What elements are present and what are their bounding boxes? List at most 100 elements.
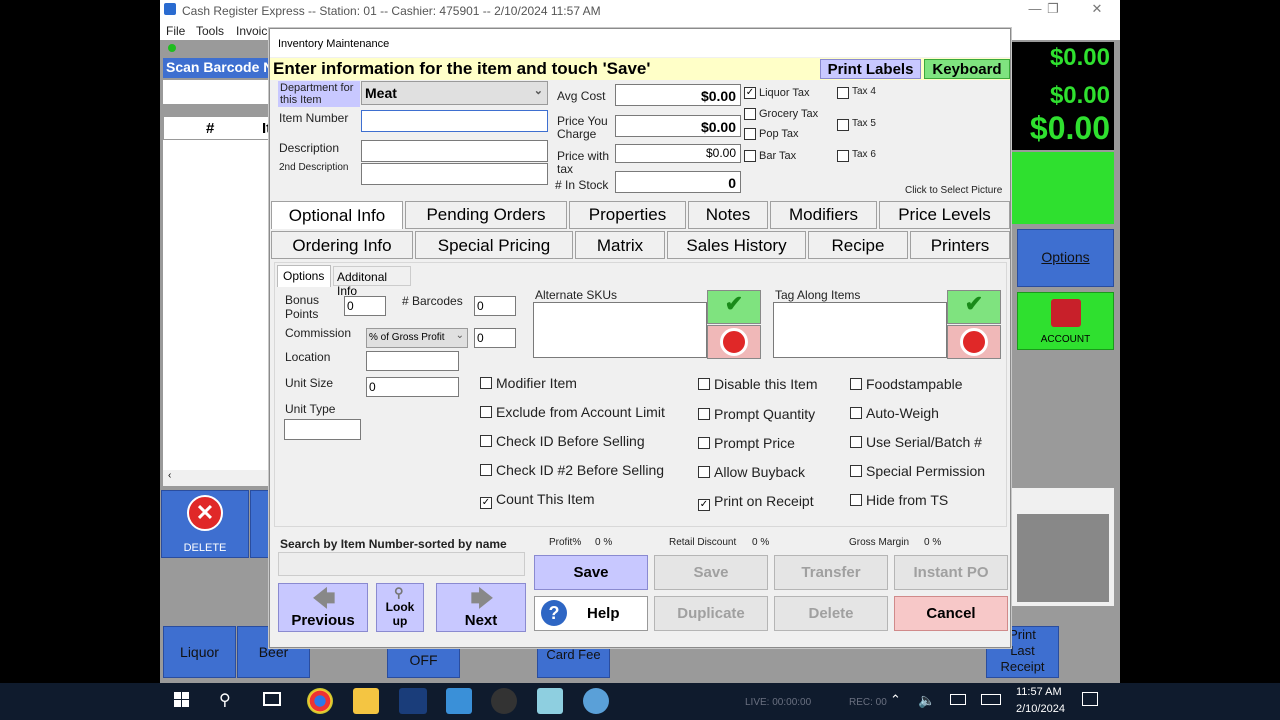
auto-weigh-checkbox[interactable] [850,407,862,419]
disable-item-checkbox[interactable] [698,378,710,390]
options-button[interactable]: Options [1017,229,1114,287]
delete-button[interactable]: ✕ DELETE [161,490,249,558]
menu-file[interactable]: File [166,24,185,38]
print-labels-button[interactable]: Print Labels [820,59,921,79]
scan-barcode-input[interactable] [163,80,271,104]
tab-ordering-info[interactable]: Ordering Info [271,231,413,259]
tab-printers[interactable]: Printers [910,231,1010,259]
maximize-icon[interactable]: ❐ [1038,1,1068,17]
serial-batch-option[interactable]: Use Serial/Batch # [850,434,982,450]
tab-modifiers[interactable]: Modifiers [770,201,877,229]
save-disabled-button[interactable]: Save [654,555,768,590]
avg-cost-input[interactable]: $0.00 [615,84,741,106]
prompt-price-option[interactable]: Prompt Price [698,435,795,451]
recorder-icon[interactable] [491,688,517,714]
tab-recipe[interactable]: Recipe [808,231,908,259]
tax6-checkbox[interactable] [837,150,849,162]
menu-tools[interactable]: Tools [196,24,224,38]
hide-from-ts-checkbox[interactable] [850,494,862,506]
volume-icon[interactable]: 🔈 [918,692,935,709]
notification-icon[interactable] [1082,692,1098,706]
tab-matrix[interactable]: Matrix [575,231,665,259]
price-charge-input[interactable]: $0.00 [615,115,741,137]
allow-buyback-option[interactable]: Allow Buyback [698,464,805,480]
tax4-checkbox[interactable] [837,87,849,99]
subtab-options[interactable]: Options [277,265,331,287]
check-id2-option[interactable]: Check ID #2 Before Selling [480,462,664,478]
tax5-checkbox[interactable] [837,119,849,131]
allow-buyback-checkbox[interactable] [698,466,710,478]
count-item-checkbox[interactable]: ✓ [480,497,492,509]
exclude-account-limit-option[interactable]: Exclude from Account Limit [480,404,665,420]
notes-icon[interactable] [537,688,563,714]
barcodes-input[interactable]: 0 [474,296,516,316]
blue-button-partial[interactable] [250,490,270,558]
unit-size-input[interactable]: 0 [366,377,459,397]
tab-notes[interactable]: Notes [688,201,768,229]
serial-batch-checkbox[interactable] [850,436,862,448]
exclude-account-limit-checkbox[interactable] [480,406,492,418]
close-icon[interactable]: ✕ [1082,1,1112,17]
globe-icon[interactable] [583,688,609,714]
tab-properties[interactable]: Properties [569,201,686,229]
chrome-icon[interactable] [307,688,333,714]
next-button[interactable]: 🡆 Next [436,583,526,632]
task-view-icon[interactable] [263,692,281,706]
liquor-button[interactable]: Liquor [163,626,236,678]
commission-type-select[interactable]: % of Gross Profit ⌄ [366,328,468,348]
tab-special-pricing[interactable]: Special Pricing [415,231,573,259]
grocery-tax-checkbox[interactable] [744,108,756,120]
foodstampable-checkbox[interactable] [850,378,862,390]
description-input[interactable] [361,140,548,162]
network-icon[interactable] [950,694,966,705]
item-grid[interactable] [163,140,271,470]
file-explorer-icon[interactable] [353,688,379,714]
prompt-quantity-option[interactable]: Prompt Quantity [698,406,815,422]
special-permission-checkbox[interactable] [850,465,862,477]
keyboard-button[interactable]: Keyboard [924,59,1010,79]
save-button[interactable]: Save [534,555,648,590]
transfer-button[interactable]: Transfer [774,555,888,590]
print-on-receipt-checkbox[interactable]: ✓ [698,499,710,511]
account-button[interactable]: ACCOUNT [1017,292,1114,350]
tag-along-list[interactable] [773,302,947,358]
subtab-additional-info[interactable]: Additonal Info [333,266,411,298]
check-id-checkbox[interactable] [480,435,492,447]
liquor-tax-checkbox[interactable]: ✓ [744,87,756,99]
tab-sales-history[interactable]: Sales History [667,231,806,259]
item-number-input[interactable] [361,110,548,132]
off-button[interactable]: OFF [387,646,460,678]
app-icon-blue[interactable] [446,688,472,714]
search-input[interactable] [278,552,525,576]
special-permission-option[interactable]: Special Permission [850,463,985,479]
search-icon[interactable]: ⚲ [219,690,231,710]
card-fee-button[interactable]: Card Fee [537,646,610,678]
cancel-button[interactable]: Cancel [894,596,1008,631]
bar-tax-checkbox[interactable] [744,150,756,162]
cash-register-app-icon[interactable] [399,688,427,714]
help-button[interactable]: ? Help [534,596,648,631]
chevron-up-icon[interactable]: ⌃ [890,692,901,708]
disable-item-option[interactable]: Disable this Item [698,376,817,392]
prompt-price-checkbox[interactable] [698,437,710,449]
unit-type-input[interactable] [284,419,361,440]
select-picture-link[interactable]: Click to Select Picture [905,185,1002,196]
keyboard-icon[interactable] [981,694,1001,705]
grid-scrollbar[interactable]: ‹ [163,470,271,486]
add-sku-button[interactable]: ✔ [707,290,761,324]
tab-optional-info[interactable]: Optional Info [271,201,403,229]
delete-item-button[interactable]: Delete [774,596,888,631]
instant-po-button[interactable]: Instant PO [894,555,1008,590]
count-item-option[interactable]: ✓ Count This Item [480,491,595,509]
modifier-item-option[interactable]: Modifier Item [480,375,577,391]
commission-input[interactable]: 0 [474,328,516,348]
hide-from-ts-option[interactable]: Hide from TS [850,492,948,508]
check-id-option[interactable]: Check ID Before Selling [480,433,645,449]
auto-weigh-option[interactable]: Auto-Weigh [850,405,939,421]
windows-start-icon[interactable] [174,692,190,708]
alternate-skus-list[interactable] [533,302,707,358]
remove-tag-along-button[interactable] [947,325,1001,359]
print-on-receipt-option[interactable]: ✓ Print on Receipt [698,493,814,511]
lookup-button[interactable]: ⚲ Look up [376,583,424,632]
tab-price-levels[interactable]: Price Levels [879,201,1010,229]
